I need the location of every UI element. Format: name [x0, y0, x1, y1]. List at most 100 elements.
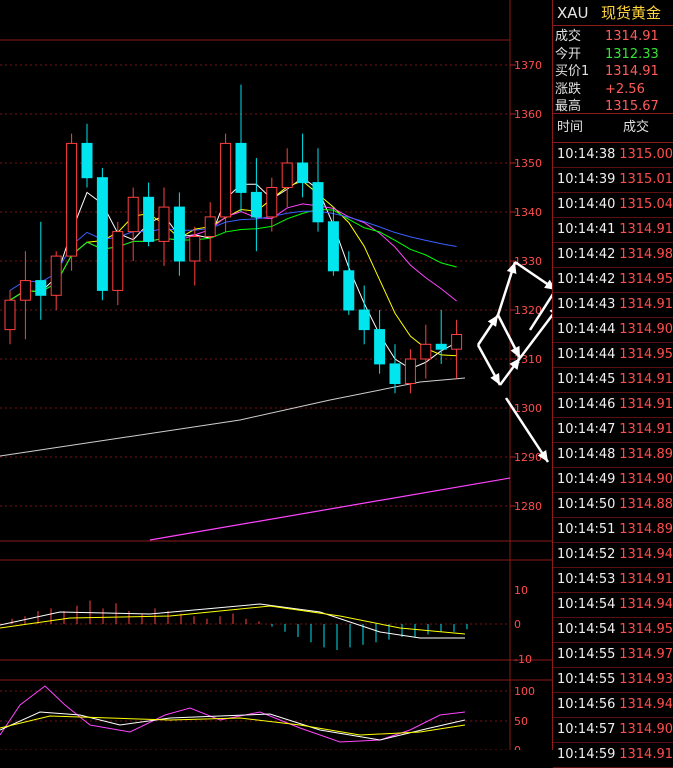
- kdj-axis-label: 50: [514, 715, 528, 728]
- tick-price: 1314.90: [619, 322, 673, 337]
- quote-value: 1315.67: [605, 99, 659, 114]
- tick-row: 10:14:47 1314.91: [553, 418, 673, 443]
- price-axis-label: 1330: [514, 255, 542, 268]
- tick-price: 1314.95: [619, 347, 673, 362]
- tick-time: 10:14:51: [557, 522, 616, 537]
- candle-body: [281, 162, 293, 188]
- tick-time: 10:14:54: [557, 597, 616, 612]
- tick-row: 10:14:54 1314.94: [553, 593, 673, 618]
- candle-body: [312, 182, 324, 223]
- tick-row: 10:14:57 1314.90: [553, 718, 673, 743]
- candlestick-chart[interactable]: 1370136013501340133013201310130012901280…: [0, 0, 552, 750]
- tick-time: 10:14:44: [557, 322, 616, 337]
- tick-row: 10:14:38 1315.00: [553, 143, 673, 168]
- tick-time: 10:14:55: [557, 647, 616, 662]
- quote-row: 买价1 1314.91: [553, 63, 673, 81]
- tick-row: 10:14:42 1314.95: [553, 268, 673, 293]
- tick-time: 10:14:54: [557, 622, 616, 637]
- candle-body: [327, 221, 339, 272]
- tick-time: 10:14:38: [557, 147, 616, 162]
- tick-time: 10:14:47: [557, 422, 616, 437]
- tick-row: 10:14:51 1314.89: [553, 518, 673, 543]
- tick-price: 1314.90: [619, 472, 673, 487]
- tick-row: 10:14:44 1314.95: [553, 343, 673, 368]
- candle-body: [389, 363, 401, 384]
- tick-price: 1314.89: [619, 522, 673, 537]
- price-axis-label: 1350: [514, 157, 542, 170]
- tick-row: 10:14:43 1314.91: [553, 293, 673, 318]
- quote-header: XAU 现货黄金: [553, 0, 673, 26]
- tick-row: 10:14:48 1314.89: [553, 443, 673, 468]
- tick-price: 1314.91: [619, 397, 673, 412]
- tick-row: 10:14:42 1314.98: [553, 243, 673, 268]
- price-axis-label: 1300: [514, 402, 542, 415]
- candle-body: [250, 191, 262, 218]
- symbol-label[interactable]: XAU: [553, 4, 601, 22]
- candle-body: [374, 329, 386, 365]
- candle-body: [112, 231, 124, 291]
- candle-body: [189, 236, 201, 262]
- candle-body: [266, 187, 278, 218]
- candle-body: [220, 142, 232, 218]
- candle-body: [404, 358, 416, 384]
- tick-row: 10:14:50 1314.88: [553, 493, 673, 518]
- tick-time: 10:14:50: [557, 497, 616, 512]
- tick-row: 10:14:46 1314.91: [553, 393, 673, 418]
- price-axis-label: 1340: [514, 206, 542, 219]
- candle-body: [143, 196, 155, 242]
- candle-body: [158, 206, 170, 242]
- price-axis-label: 1370: [514, 59, 542, 72]
- candle-body: [204, 216, 216, 237]
- candle-body: [81, 142, 93, 179]
- tick-time: 10:14:46: [557, 397, 616, 412]
- candle-body: [66, 142, 78, 257]
- tick-row: 10:14:49 1314.90: [553, 468, 673, 493]
- quote-key: 买价1: [555, 64, 590, 79]
- tick-row: 10:14:54 1314.95: [553, 618, 673, 643]
- tick-price: 1315.01: [619, 172, 673, 187]
- tick-price: 1314.95: [619, 622, 673, 637]
- kdj-axis-label: 100: [514, 685, 535, 698]
- tick-price: 1314.94: [619, 597, 673, 612]
- tick-time: 10:14:42: [557, 272, 616, 287]
- tick-time: 10:14:57: [557, 722, 616, 737]
- tick-row: 10:14:55 1314.93: [553, 668, 673, 693]
- candle-body: [19, 280, 31, 301]
- tick-price: 1314.93: [619, 672, 673, 687]
- quote-row: 涨跌 +2.56: [553, 81, 673, 99]
- quote-row: 成交 1314.91: [553, 28, 673, 46]
- quote-key: 最高: [555, 99, 582, 114]
- tick-price: 1314.98: [619, 247, 673, 262]
- tick-time: 10:14:59: [557, 747, 616, 762]
- quote-row: 最高 1315.67: [553, 98, 673, 116]
- quote-value: +2.56: [605, 81, 645, 97]
- tick-time: 10:14:40: [557, 197, 616, 212]
- tick-time: 10:14:55: [557, 672, 616, 687]
- price-axis-label: 1320: [514, 304, 542, 317]
- price-axis-label: 1280: [514, 500, 542, 513]
- tick-price: 1314.90: [619, 722, 673, 737]
- quote-key: 成交: [555, 29, 582, 44]
- tick-row: 10:14:41 1314.91: [553, 218, 673, 243]
- tick-time: 10:14:39: [557, 172, 616, 187]
- tick-time: 10:14:48: [557, 447, 616, 462]
- candle-body: [420, 343, 432, 360]
- tick-row: 10:14:59 1314.91: [553, 743, 673, 768]
- ticks-list[interactable]: 10:14:38 1315.00 10:14:39 1315.01 10:14:40 13…: [553, 143, 673, 768]
- candle-body: [451, 334, 463, 350]
- candle-body: [4, 299, 16, 331]
- candle-body: [96, 177, 108, 291]
- candle-body: [297, 162, 309, 184]
- quote-row: 今开 1312.33: [553, 46, 673, 64]
- candle-body: [435, 343, 447, 350]
- tick-price: 1315.00: [619, 147, 673, 162]
- tick-row: 10:14:55 1314.97: [553, 643, 673, 668]
- tick-time: 10:14:42: [557, 247, 616, 262]
- tick-price: 1314.91: [619, 747, 673, 762]
- candle-body: [35, 280, 47, 296]
- candle-body: [358, 309, 370, 331]
- tick-time: 10:14:43: [557, 297, 616, 312]
- tick-price: 1315.04: [619, 197, 673, 212]
- quote-key: 今开: [555, 46, 582, 62]
- tick-price: 1314.91: [619, 222, 673, 237]
